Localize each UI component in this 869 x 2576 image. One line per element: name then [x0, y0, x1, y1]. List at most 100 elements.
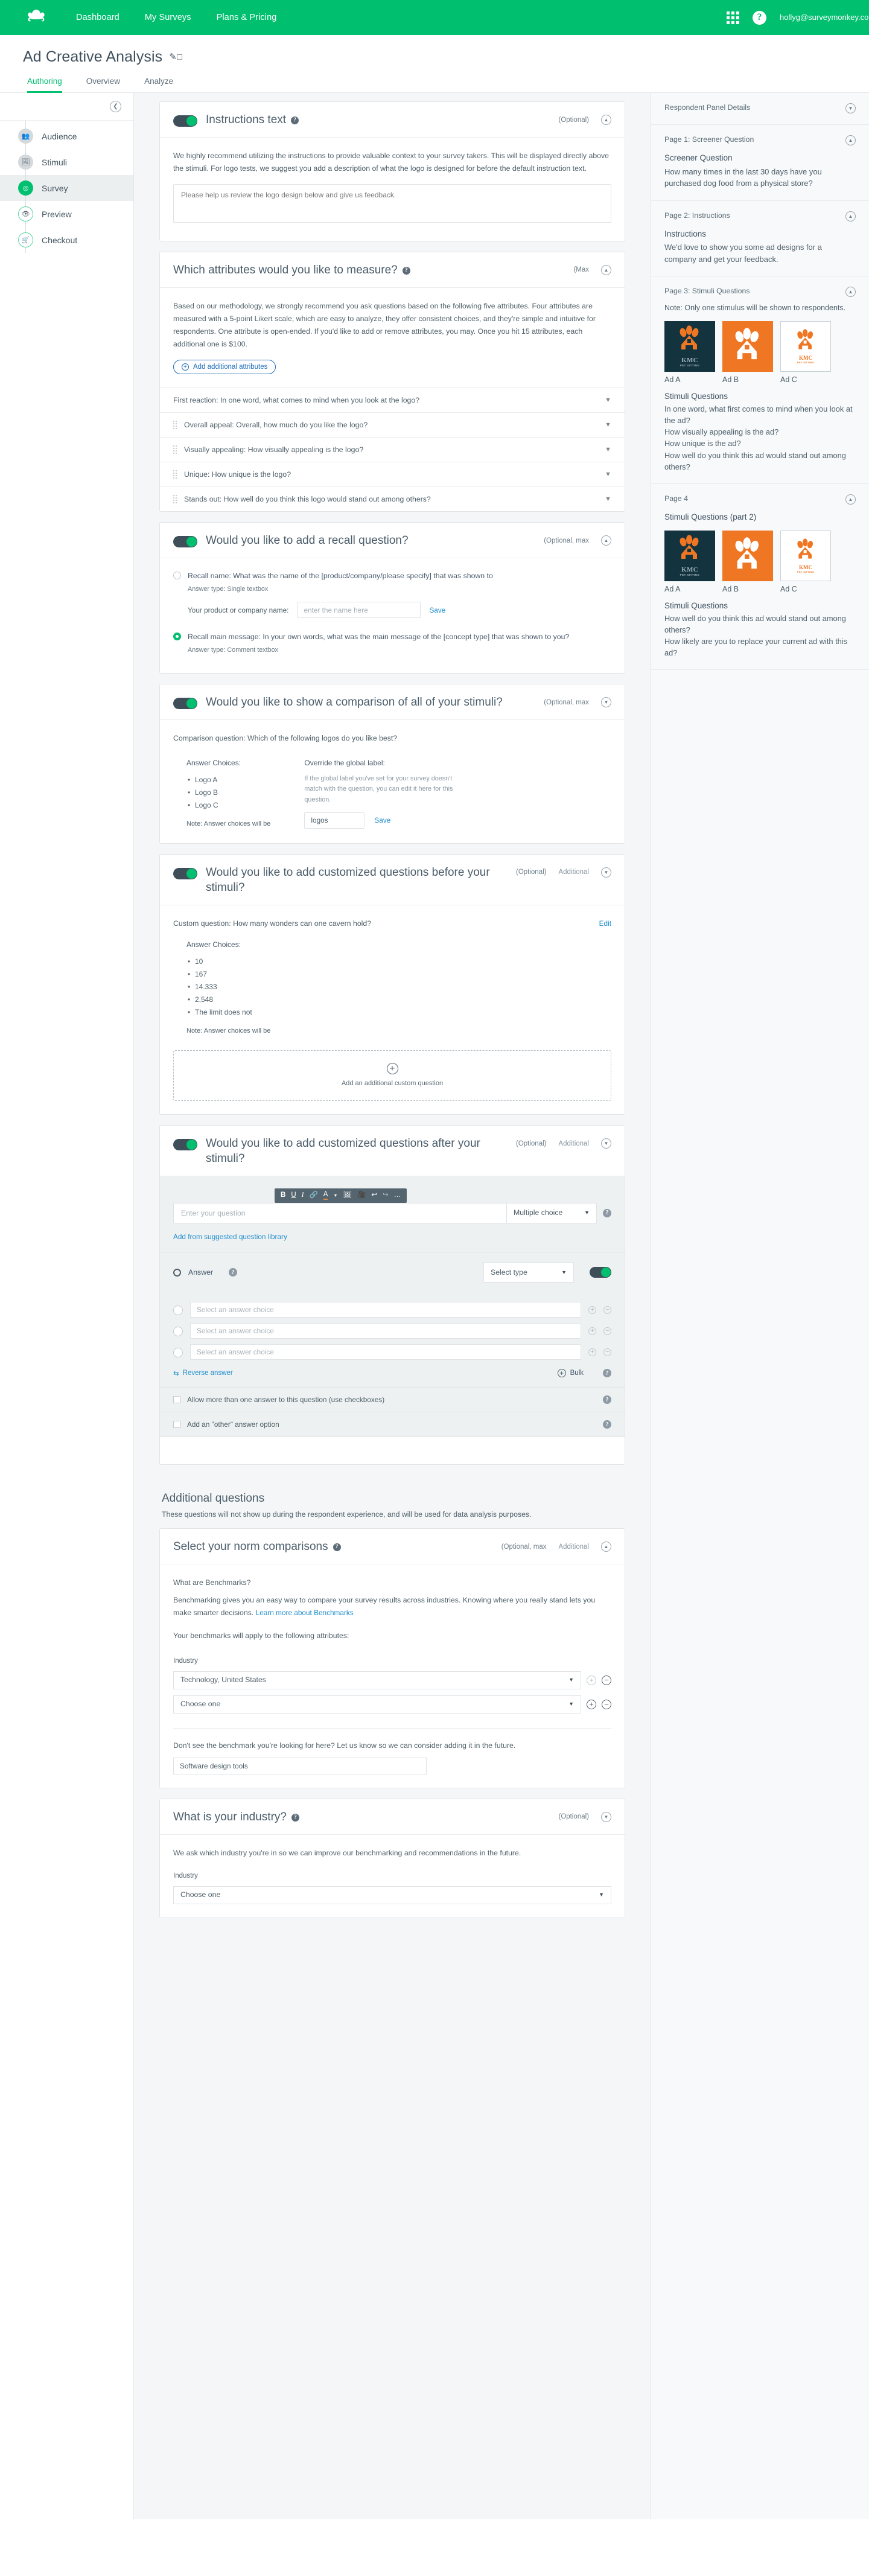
bold-icon[interactable]: B [281, 1192, 285, 1199]
remove-choice-icon[interactable]: − [603, 1327, 611, 1335]
question-library-link[interactable]: Add from suggested question library [173, 1231, 287, 1243]
stimulus-thumbnail-ad-c[interactable]: KMC PET SITTING [780, 530, 831, 581]
attribute-row[interactable]: Unique: How unique is the logo? ▼ [160, 462, 625, 486]
radio-answer-choice[interactable] [173, 1327, 183, 1337]
add-choice-icon[interactable]: + [588, 1327, 596, 1335]
drag-handle-icon[interactable] [173, 495, 177, 504]
tab-overview[interactable]: Overview [86, 77, 120, 93]
chevron-down-icon[interactable]: ▼ [605, 421, 611, 429]
stimulus-thumbnail-ad-b[interactable] [722, 320, 773, 372]
sidebar-item-audience[interactable]: 👥 Audience [0, 123, 133, 149]
save-override-link[interactable]: Save [374, 814, 390, 826]
chevron-down-icon[interactable]: ▼ [601, 697, 611, 708]
instructions-toggle[interactable] [173, 115, 197, 127]
radio-answer-choice[interactable] [173, 1306, 183, 1316]
chevron-up-icon[interactable]: ▲ [845, 135, 856, 145]
drag-handle-icon[interactable] [173, 421, 177, 430]
sidebar-item-checkout[interactable]: 🛒 Checkout [0, 227, 133, 253]
remove-choice-icon[interactable]: − [603, 1306, 611, 1314]
recall-toggle[interactable] [173, 536, 197, 548]
question-input[interactable] [173, 1202, 506, 1223]
add-additional-attributes-button[interactable]: + Add additional attributes [173, 360, 276, 375]
remove-industry-icon[interactable]: − [602, 1699, 611, 1709]
tab-authoring[interactable]: Authoring [27, 77, 62, 93]
stimulus-thumbnail-ad-b[interactable] [722, 530, 773, 581]
answer-section-toggle[interactable] [590, 1267, 611, 1278]
remove-industry-icon[interactable]: − [602, 1675, 611, 1685]
recall-option-2[interactable]: Recall main message: In your own words, … [173, 631, 611, 655]
attribute-row[interactable]: Overall appeal: Overall, how much do you… [160, 412, 625, 437]
radio-answer-choice[interactable] [173, 1348, 183, 1358]
chevron-down-icon[interactable]: ▼ [845, 103, 856, 113]
help-icon[interactable]: ? [291, 1813, 299, 1822]
stimulus-thumbnail-ad-a[interactable]: KMC PET SITTING [664, 320, 715, 372]
remove-choice-icon[interactable]: − [603, 1348, 611, 1356]
edit-custom-question-link[interactable]: Edit [599, 917, 611, 929]
surveymonkey-logo-icon[interactable] [23, 8, 51, 27]
chevron-down-icon[interactable]: ▼ [605, 446, 611, 453]
radio-recall-main-message[interactable] [173, 633, 181, 641]
answer-choice-input[interactable] [190, 1302, 581, 1318]
chevron-up-icon[interactable]: ▲ [845, 287, 856, 298]
chevron-up-icon[interactable]: ▲ [845, 211, 856, 222]
sidebar-item-preview[interactable]: 👁 Preview [0, 201, 133, 227]
checkbox-allow-multiple[interactable] [173, 1396, 180, 1404]
answer-choice-input[interactable] [190, 1323, 581, 1339]
bulk-answers-button[interactable]: + Bulk [557, 1369, 584, 1378]
sidebar-item-stimuli[interactable]: 🖼 Stimuli [0, 149, 133, 175]
add-choice-icon[interactable]: + [588, 1306, 596, 1314]
help-icon[interactable]: ? [229, 1268, 238, 1277]
help-icon[interactable]: ? [603, 1208, 611, 1217]
radio-recall-name[interactable] [173, 572, 181, 580]
help-icon[interactable]: ? [402, 266, 410, 275]
tab-analyze[interactable]: Analyze [144, 77, 173, 93]
drag-handle-icon[interactable] [173, 445, 177, 454]
chevron-down-icon[interactable]: ▼ [601, 1811, 611, 1822]
attribute-row[interactable]: First reaction: In one word, what comes … [160, 387, 625, 412]
more-options-icon[interactable]: … [394, 1192, 401, 1199]
chevron-down-icon[interactable]: ▼ [605, 496, 611, 503]
comparison-toggle[interactable] [173, 698, 197, 710]
edit-title-icon[interactable]: ✎□ [169, 53, 182, 62]
help-icon[interactable]: ? [603, 1420, 611, 1429]
nav-link-my-surveys[interactable]: My Surveys [145, 13, 191, 22]
italic-icon[interactable]: I [302, 1192, 304, 1199]
caret-down-icon[interactable]: ▼ [333, 1194, 337, 1198]
chevron-down-icon[interactable]: ▼ [605, 471, 611, 478]
add-industry-icon[interactable]: + [587, 1699, 596, 1709]
reverse-answer-button[interactable]: ⇆ Reverse answer [173, 1369, 233, 1377]
chevron-up-icon[interactable]: ▲ [845, 494, 856, 505]
account-menu[interactable]: hollyg@surveymonkey.com ▼ [780, 12, 869, 23]
chevron-up-icon[interactable]: ▲ [601, 264, 611, 275]
stimulus-thumbnail-ad-a[interactable]: KMC PET SITTING [664, 530, 715, 581]
industry-select-1[interactable]: Technology, United States ▼ [173, 1671, 581, 1689]
help-icon[interactable]: ? [291, 116, 299, 124]
nav-link-dashboard[interactable]: Dashboard [76, 13, 119, 22]
undo-icon[interactable]: ↩ [371, 1192, 377, 1199]
question-type-select[interactable]: Multiple choice ▼ [506, 1202, 597, 1223]
override-label-input[interactable] [304, 812, 365, 829]
collapse-sidebar-icon[interactable]: ❮ [110, 101, 121, 112]
stimulus-thumbnail-ad-c[interactable]: KMC PET SITTING [780, 320, 831, 372]
text-color-icon[interactable]: A [323, 1191, 328, 1200]
help-icon[interactable]: ? [753, 10, 766, 25]
help-icon[interactable]: ? [603, 1395, 611, 1404]
learn-more-benchmarks-link[interactable]: Learn more about Benchmarks [256, 1608, 354, 1617]
custom-after-toggle[interactable] [173, 1139, 197, 1151]
checkbox-add-other[interactable] [173, 1421, 180, 1429]
nav-link-plans-pricing[interactable]: Plans & Pricing [217, 13, 277, 22]
recall-option-1[interactable]: Recall name: What was the name of the [p… [173, 570, 611, 619]
sidebar-item-survey[interactable]: ◎ Survey [0, 175, 133, 201]
industry-select[interactable]: Choose one ▼ [173, 1886, 611, 1904]
chevron-down-icon[interactable]: ▼ [601, 867, 611, 878]
help-icon[interactable]: ? [333, 1543, 341, 1552]
chevron-down-icon[interactable]: ▼ [601, 1138, 611, 1149]
instructions-textarea[interactable] [173, 184, 611, 223]
add-choice-icon[interactable]: + [588, 1348, 596, 1356]
attribute-row[interactable]: Stands out: How well do you think this l… [160, 486, 625, 511]
redo-icon[interactable]: ↪ [383, 1192, 389, 1199]
help-icon[interactable]: ? [603, 1369, 611, 1378]
custom-before-toggle[interactable] [173, 867, 197, 879]
chevron-up-icon[interactable]: ▲ [601, 535, 611, 546]
underline-icon[interactable]: U [291, 1192, 296, 1199]
